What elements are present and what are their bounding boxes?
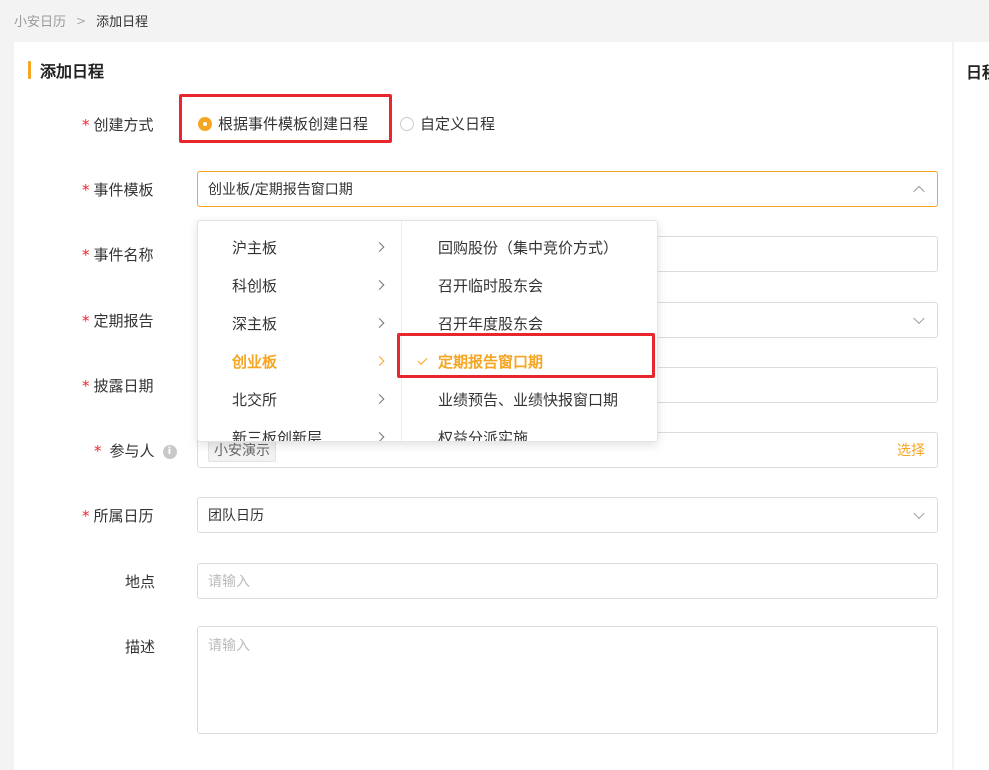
chevron-up-icon [913, 185, 925, 198]
cascader-option-sz-main[interactable]: 深主板 [198, 304, 401, 342]
chevron-right-icon [374, 394, 385, 404]
chevron-right-icon [374, 242, 385, 252]
side-panel-title: 日程 [966, 63, 989, 82]
description-label: 描述 [125, 638, 156, 656]
event-template-select[interactable]: 创业板/定期报告窗口期 [197, 171, 938, 207]
cascader-option-agm[interactable]: 召开年度股东会 [402, 304, 657, 342]
description-placeholder: 请输入 [208, 638, 250, 654]
event-template-value: 创业板/定期报告窗口期 [208, 182, 353, 198]
breadcrumb-current: 添加日程 [96, 15, 149, 30]
cascader-option-buyback[interactable]: 回购股份（集中竞价方式） [402, 228, 657, 266]
create-mode-radio-group: 根据事件模板创建日程 自定义日程 [198, 113, 515, 134]
event-template-label: * 事件模板 [82, 181, 154, 199]
breadcrumb: 小安日历 > 添加日程 [14, 11, 149, 31]
location-input[interactable]: 请输入 [197, 563, 938, 599]
chevron-down-icon [913, 312, 925, 325]
cascader-option-dividend[interactable]: 权益分派实施 [402, 418, 657, 442]
radio-template-label: 根据事件模板创建日程 [218, 115, 369, 133]
description-textarea[interactable]: 请输入 [197, 626, 938, 734]
radio-template[interactable]: 根据事件模板创建日程 [198, 113, 368, 134]
section-title-text: 添加日程 [40, 62, 105, 81]
chevron-right-icon [374, 432, 385, 441]
calendar-label: * 所属日历 [82, 507, 154, 525]
create-mode-label: * 创建方式 [82, 116, 154, 134]
chevron-right-icon [374, 356, 385, 366]
section-title: 添加日程 [28, 58, 104, 82]
info-icon[interactable]: i [162, 444, 177, 459]
chevron-down-icon [913, 507, 925, 520]
radio-unchecked-icon [400, 116, 415, 131]
location-placeholder: 请输入 [208, 574, 250, 590]
cascader-option-egm[interactable]: 召开临时股东会 [402, 266, 657, 304]
cascader-option-chinext[interactable]: 创业板 [198, 342, 401, 380]
cascader-level2-list: 回购股份（集中竞价方式） 召开临时股东会 召开年度股东会 定期报告窗口期 业绩预… [402, 221, 657, 441]
title-accent-bar [28, 61, 31, 79]
chevron-right-icon [374, 280, 385, 290]
cascader-option-report-window[interactable]: 定期报告窗口期 [402, 342, 657, 380]
chevron-right-icon [374, 318, 385, 328]
breadcrumb-parent[interactable]: 小安日历 [14, 11, 66, 30]
calendar-value: 团队日历 [208, 508, 264, 524]
cascader-option-star-market[interactable]: 科创板 [198, 266, 401, 304]
template-cascader-dropdown: 沪主板 科创板 深主板 创业板 北交所 新三板创新层 回购股份（集中竞价方式） … [197, 220, 658, 442]
cascader-option-bse[interactable]: 北交所 [198, 380, 401, 418]
participants-label: * 参与人 i [94, 440, 177, 461]
cascader-level1-list: 沪主板 科创板 深主板 创业板 北交所 新三板创新层 [198, 221, 402, 441]
location-label: 地点 [125, 573, 156, 591]
disclosure-date-label: * 披露日期 [82, 377, 154, 395]
event-name-label: * 事件名称 [82, 246, 154, 264]
check-icon [417, 355, 428, 365]
radio-checked-icon [198, 116, 212, 131]
chevron-right-icon: > [76, 13, 87, 28]
cascader-option-earnings-forecast[interactable]: 业绩预告、业绩快报窗口期 [402, 380, 657, 418]
periodic-report-label: * 定期报告 [82, 312, 154, 330]
side-panel: 日程 [954, 42, 989, 770]
cascader-option-sh-main[interactable]: 沪主板 [198, 228, 401, 266]
radio-custom-label: 自定义日程 [420, 115, 496, 133]
select-participants-link[interactable]: 选择 [897, 440, 925, 460]
cascader-option-neeq-innovation[interactable]: 新三板创新层 [198, 418, 401, 441]
calendar-select[interactable]: 团队日历 [197, 497, 938, 533]
radio-custom[interactable]: 自定义日程 [400, 113, 495, 134]
